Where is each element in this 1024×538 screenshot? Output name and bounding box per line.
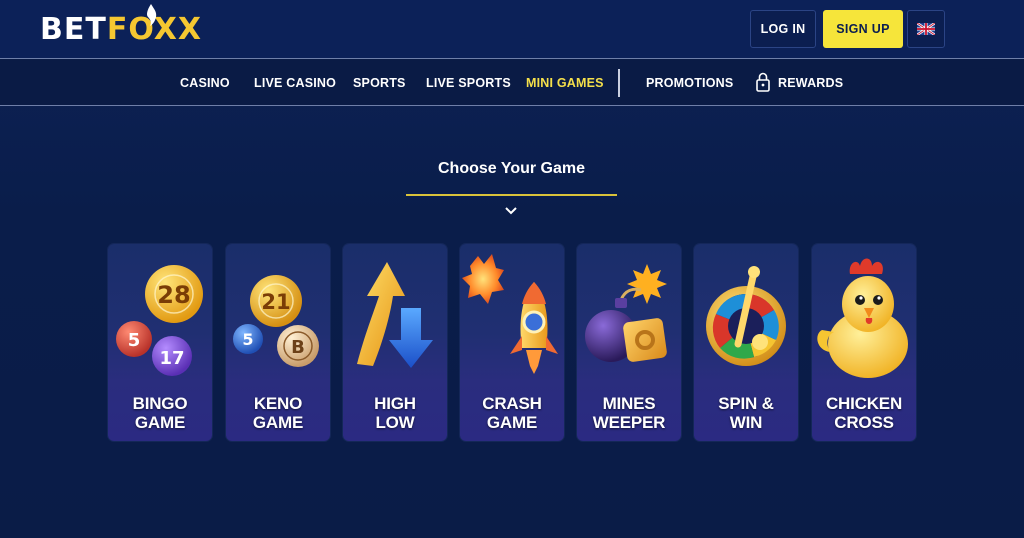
game-label: CRASH GAME <box>482 394 542 432</box>
top-bar: BET FOXX LOG IN SIGN UP <box>0 0 1024 58</box>
lock-icon <box>756 72 770 92</box>
section-title: Choose Your Game <box>438 160 585 177</box>
rocket-icon <box>462 254 558 374</box>
game-card-minesweeper[interactable]: MINES WEEPER <box>577 244 681 441</box>
game-card-keno[interactable]: 21 5 B KENO GAME <box>226 244 330 441</box>
wheel-icon <box>706 266 786 366</box>
svg-text:17: 17 <box>159 348 184 369</box>
game-card-spin-win[interactable]: SPIN & WIN <box>694 244 798 441</box>
up-down-arrows-icon <box>357 262 433 368</box>
svg-text:5: 5 <box>128 330 141 351</box>
game-card-high-low[interactable]: HIGH LOW <box>343 244 447 441</box>
game-label: SPIN & WIN <box>718 394 774 432</box>
svg-text:28: 28 <box>157 281 190 309</box>
logo-text-bet: BET <box>40 12 107 47</box>
game-label: BINGO GAME <box>132 394 188 432</box>
betfoxx-logo[interactable]: BET FOXX <box>40 4 202 48</box>
flame-icon <box>147 4 157 26</box>
svg-text:21: 21 <box>261 290 290 314</box>
nav-item-live-casino[interactable]: LIVE CASINO <box>254 59 336 105</box>
game-label: HIGH LOW <box>374 394 416 432</box>
nav-item-promotions[interactable]: PROMOTIONS <box>646 59 733 105</box>
svg-text:B: B <box>291 337 305 358</box>
chevron-down-icon[interactable] <box>504 206 518 216</box>
bomb-icon <box>585 264 667 362</box>
game-card-bingo[interactable]: 28 5 17 BINGO GAME <box>108 244 212 441</box>
signup-button[interactable]: SIGN UP <box>823 10 903 48</box>
main-nav: CASINO LIVE CASINO SPORTS LIVE SPORTS MI… <box>0 58 1024 106</box>
nav-item-live-sports[interactable]: LIVE SPORTS <box>426 59 511 105</box>
game-label: MINES WEEPER <box>592 394 666 432</box>
chicken-icon <box>817 258 908 378</box>
nav-item-rewards[interactable]: REWARDS <box>778 59 843 105</box>
game-card-chicken-cross[interactable]: CHICKEN CROSS <box>812 244 916 441</box>
uk-flag-icon <box>917 23 935 35</box>
nav-item-casino[interactable]: CASINO <box>180 59 230 105</box>
bingo-balls-icon: 28 5 17 <box>116 265 203 376</box>
nav-item-sports[interactable]: SPORTS <box>353 59 406 105</box>
keno-balls-icon: 21 5 B <box>233 275 319 367</box>
section-title-underline <box>406 194 617 196</box>
nav-item-mini-games[interactable]: MINI GAMES <box>526 59 604 105</box>
nav-divider <box>618 69 620 97</box>
game-card-crash[interactable]: CRASH GAME <box>460 244 564 441</box>
login-button[interactable]: LOG IN <box>750 10 816 48</box>
game-label: CHICKEN CROSS <box>825 394 903 432</box>
svg-text:5: 5 <box>242 330 253 349</box>
game-label: KENO GAME <box>252 394 304 432</box>
language-selector[interactable] <box>907 10 945 48</box>
